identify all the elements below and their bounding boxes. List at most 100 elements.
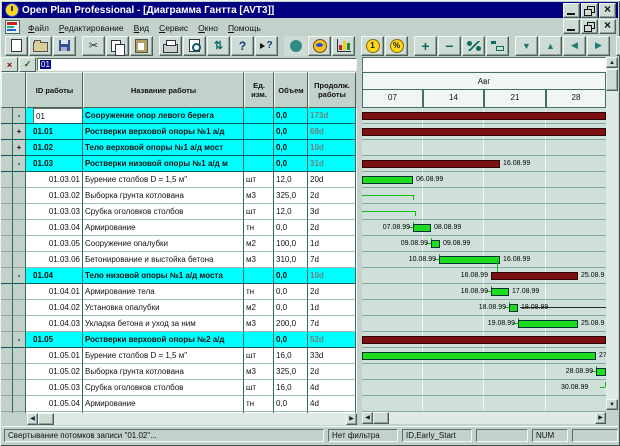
menu-Файл[interactable]: Файл [23,22,54,34]
cell-duration[interactable]: 1d [308,300,356,316]
scroll-thumb[interactable] [606,69,618,91]
gantt-vertical-scrollbar[interactable]: ▲ ▼ [606,57,618,410]
move-down-button[interactable]: ▼ [515,36,538,56]
close-button[interactable] [599,3,616,18]
table-row-01.03.05[interactable]: 01.03.05Сооружение опалубким2100,01d [1,236,357,252]
table-row-01.05.04[interactable]: 01.05.04Армированиетн0,04d [1,396,357,412]
cell-volume[interactable]: 100,0 [274,236,308,252]
cell-name[interactable]: Армирование [83,396,244,412]
cut-button[interactable]: ✂ [82,36,105,56]
cell-duration[interactable]: 2d [308,284,356,300]
open-project-button[interactable] [29,36,52,56]
cell-volume[interactable]: 0,0 [274,140,308,156]
save-button[interactable] [53,36,76,56]
cell-name[interactable]: Бетонирование и выстойка бетона [83,252,244,268]
cell-id[interactable]: 01.04.02 [26,300,83,316]
cell-volume[interactable]: 0,0 [274,268,308,284]
table-row-01.03.02[interactable]: 01.03.02Выборка грунта котлованам3325,02… [1,188,357,204]
network-view-button[interactable]: Z [616,36,620,56]
move-left-button[interactable]: ◀ [563,36,586,56]
trace-button[interactable] [284,36,307,56]
edit-confirm-button[interactable]: ✓ [19,57,36,72]
task-bar[interactable] [491,288,509,296]
cell-unit[interactable]: м2 [244,236,274,252]
cell-volume[interactable]: 0,0 [274,284,308,300]
cell-unit[interactable]: шт [244,172,274,188]
cell-name[interactable]: Срубка оголовков столбов [83,204,244,220]
print-button[interactable] [159,36,182,56]
print-preview-button[interactable] [183,36,206,56]
cell-unit[interactable]: тн [244,284,274,300]
data-exchange-button[interactable]: ⇅ [207,36,230,56]
cell-duration[interactable]: 1d [308,236,356,252]
cell-unit[interactable] [244,268,274,284]
table-row-01[interactable]: -01Сооружение опор левого берега0,0173d [1,108,357,124]
table-row-01.03.01[interactable]: 01.03.01Бурение столбов D = 1,5 м"шт12,0… [1,172,357,188]
table-row-01.03[interactable]: -01.03Ростверки низовой опоры №1 а/д м0,… [1,156,357,172]
task-bar[interactable] [413,224,431,232]
outline-toggle[interactable]: + [13,124,26,140]
cell-unit[interactable]: м2 [244,300,274,316]
cell-volume[interactable]: 0,0 [274,156,308,172]
cell-duration[interactable]: 3d [308,204,356,220]
cell-id[interactable]: 01 [26,108,83,124]
outline-toggle[interactable]: - [13,268,26,284]
cell-name[interactable]: Выборка грунта котлована [83,364,244,380]
document-icon[interactable] [5,20,20,34]
scroll-thumb[interactable] [373,412,389,424]
minimize-button[interactable] [563,3,580,18]
percent-complete-button[interactable]: % [385,36,408,56]
cell-name[interactable]: Армирование тела [83,284,244,300]
cost-button[interactable]: 1 [361,36,384,56]
cell-duration[interactable]: 31d [308,156,356,172]
cell-name[interactable]: Бурение столбов D = 1,5 м" [83,172,244,188]
table-horizontal-scrollbar[interactable]: ◀ ▶ [27,413,357,425]
move-up-button[interactable]: ▲ [539,36,562,56]
cell-duration[interactable]: 33d [308,348,356,364]
summary-bar[interactable] [362,160,500,168]
cell-duration[interactable]: 173d [308,108,356,124]
paste-button[interactable] [130,36,153,56]
outline-toggle[interactable]: + [13,140,26,156]
table-row-01.04[interactable]: -01.04Тело низовой опоры №1 а/д моста0,0… [1,268,357,284]
restore-button[interactable] [581,3,598,18]
cell-duration[interactable]: 52d [308,332,356,348]
id-edit-box[interactable]: 01 [33,108,83,124]
cell-volume[interactable]: 16,0 [274,380,308,396]
cell-volume[interactable]: 0,0 [274,300,308,316]
cell-name[interactable]: Ростверки верховой опоры №1 а/д [83,124,244,140]
outline-toggle[interactable]: - [13,108,26,124]
table-row-01.05[interactable]: -01.05Ростверки верховой опоры №2 а/д0,0… [1,332,357,348]
copy-button[interactable] [106,36,129,56]
table-row-01.05.01[interactable]: 01.05.01Бурение столбов D = 1,5 м"шт16,0… [1,348,357,364]
cell-volume[interactable]: 0,0 [274,220,308,236]
task-bar[interactable] [362,352,596,360]
task-bar[interactable] [509,304,518,312]
cell-duration[interactable]: 2d [308,220,356,236]
outline-toggle[interactable]: - [13,156,26,172]
cell-id[interactable]: 01.05.01 [26,348,83,364]
cell-id[interactable]: 01.03 [26,156,83,172]
cell-id[interactable]: 01.03.04 [26,220,83,236]
cell-id[interactable]: 01.03.06 [26,252,83,268]
cell-unit[interactable]: м3 [244,316,274,332]
cell-unit[interactable] [244,156,274,172]
resources-button[interactable] [308,36,331,56]
cell-unit[interactable] [244,124,274,140]
table-row-01.01[interactable]: +01.01Ростверки верховой опоры №1 а/д0,0… [1,124,357,140]
cell-duration[interactable]: 7d [308,252,356,268]
cell-name[interactable]: Тело верховой опоры №1 а/д мост [83,140,244,156]
cell-unit[interactable] [244,332,274,348]
cell-duration[interactable]: 4d [308,380,356,396]
cell-duration[interactable]: 4d [308,396,356,412]
cell-name[interactable]: Армирование [83,220,244,236]
menu-Редактирование[interactable]: Редактирование [54,22,129,34]
menu-Сервис[interactable]: Сервис [154,22,193,34]
cell-name[interactable]: Установка опалубки [83,300,244,316]
cell-name[interactable]: Бурение столбов D = 1,5 м" [83,348,244,364]
task-bar[interactable] [439,256,500,264]
cell-id[interactable]: 01.03.05 [26,236,83,252]
table-row-01.04.02[interactable]: 01.04.02Установка опалубким20,01d [1,300,357,316]
cell-volume[interactable]: 0,0 [274,108,308,124]
cell-id[interactable]: 01.04 [26,268,83,284]
